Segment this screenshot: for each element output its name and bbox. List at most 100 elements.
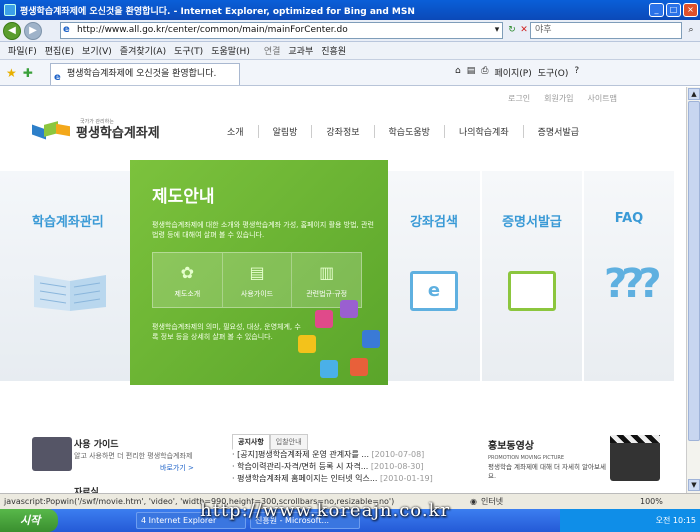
guide-title[interactable]: 사용 가이드: [74, 437, 119, 450]
menu-tools[interactable]: 도구(T): [174, 44, 203, 57]
search-icon[interactable]: ⌕: [684, 23, 698, 38]
scroll-down-icon[interactable]: ▼: [688, 479, 700, 491]
nav-my-account[interactable]: 나의학습계좌: [443, 125, 523, 138]
promo-desc: 평생학습 계좌제에 대해 더 자세히 알아보세요.: [488, 463, 606, 480]
monitor-icon: e: [410, 271, 458, 311]
box-intro-label: 제도소개: [174, 290, 201, 298]
monitor-letter: e: [427, 280, 441, 301]
panel-cert-title: 증명서발급: [502, 215, 562, 230]
page-menu[interactable]: 페이지(P): [494, 66, 531, 79]
cube-decoration: [320, 360, 338, 378]
menu-help[interactable]: 도움말(H): [211, 44, 250, 57]
clock[interactable]: 오전 10:15: [656, 516, 696, 525]
promo-subtitle: PROMOTION MOVING PICTURE: [488, 455, 565, 461]
panel-guide-desc2: 평생학습계좌제의 의미, 필요성, 대상, 운영체계, 수록 정보 등을 상세히…: [152, 323, 301, 341]
nav-help[interactable]: 학습도움방: [373, 125, 444, 138]
archive-title[interactable]: 자료실: [74, 485, 99, 493]
tools-menu[interactable]: 도구(O): [538, 66, 569, 79]
maximize-button[interactable]: □: [666, 3, 681, 17]
address-input[interactable]: e http://www.all.go.kr/center/common/mai…: [60, 22, 503, 39]
menu-edit[interactable]: 편집(E): [45, 44, 74, 57]
login-link[interactable]: 로그인: [508, 93, 530, 104]
print-icon[interactable]: ⎙: [481, 66, 488, 79]
address-text: http://www.all.go.kr/center/common/main/…: [77, 25, 348, 35]
nav-intro[interactable]: 소개: [215, 125, 258, 138]
bottom-section: 사용 가이드 알고 사용하면 더 편리한 평생학습계좌제 바로가기 > 자료실 …: [0, 407, 686, 493]
command-bar: ⌂ ▤ ⎙ 페이지(P) 도구(O) ?: [455, 66, 579, 79]
top-links: 로그인 회원가입 사이트맵: [508, 93, 617, 104]
menu-view[interactable]: 보기(V): [82, 44, 112, 57]
join-link[interactable]: 회원가입: [544, 93, 573, 104]
guide-desc: 알고 사용하면 더 편리한 평생학습계좌제: [74, 452, 193, 460]
search-input[interactable]: 야후: [530, 22, 682, 39]
zoom-level[interactable]: 100%: [640, 494, 663, 509]
browser-tab[interactable]: e 평생학습계좌제에 오신것을 환영합니다.: [50, 63, 240, 85]
clapperboard-icon[interactable]: [610, 435, 660, 481]
search-text: 야후: [535, 25, 552, 35]
tab-page-icon: e: [54, 72, 61, 83]
panel-search-title: 강좌검색: [410, 215, 458, 230]
notice-tabs: 공지사항 입찰안내: [232, 434, 308, 450]
panel-faq-title: FAQ: [614, 211, 644, 226]
box-intro[interactable]: ✿ 제도소개: [153, 253, 223, 307]
tab-notice[interactable]: 공지사항: [232, 434, 270, 450]
panel-certificate[interactable]: 증명서발급: [482, 171, 582, 381]
list-item[interactable]: · 평생학습계좌제 홈페이지는 인터넷 익스... [2010-01-19]: [232, 473, 472, 485]
scroll-up-icon[interactable]: ▲: [688, 88, 700, 100]
box-law-label: 관련법규·규정: [306, 290, 348, 298]
logo-book-icon: [32, 121, 72, 141]
panel-account-title: 학습계좌관리: [32, 215, 104, 230]
guide-more-link[interactable]: 바로가기 >: [160, 463, 194, 473]
link-moe[interactable]: 교과부: [288, 44, 313, 57]
promo-title[interactable]: 홍보동영상: [488, 437, 534, 452]
forward-button[interactable]: ▶: [24, 21, 42, 40]
home-icon[interactable]: ⌂: [455, 66, 461, 79]
cube-decoration: [362, 330, 380, 348]
globe-icon: ◉: [470, 497, 477, 506]
close-button[interactable]: ×: [683, 3, 698, 17]
minimize-button[interactable]: _: [649, 3, 664, 17]
tab-bid[interactable]: 입찰안내: [269, 434, 308, 450]
site-logo[interactable]: 국가가 관리하는 평생학습계좌제: [32, 119, 160, 141]
feeds-icon[interactable]: ▤: [467, 66, 476, 79]
box-law[interactable]: ▥ 관련법규·규정: [292, 253, 361, 307]
add-favorite-icon[interactable]: ✚: [23, 66, 33, 80]
nav-courses[interactable]: 강좌정보: [311, 125, 373, 138]
nav-notice[interactable]: 알림방: [257, 125, 312, 138]
window-titlebar: 평생학습계좌제에 오신것을 환영합니다. - Internet Explorer…: [0, 0, 700, 20]
watermark: http://www.koreajn.co.kr: [200, 500, 451, 521]
page-icon: e: [63, 24, 70, 35]
address-dropdown-icon[interactable]: ▾: [490, 23, 504, 38]
status-zone: ◉ 인터넷: [470, 494, 503, 509]
menu-bar: 파일(F) 편집(E) 보기(V) 즐겨찾기(A) 도구(T) 도움말(H) 연…: [0, 42, 700, 60]
system-tray: 오전 10:15: [560, 509, 700, 532]
list-item[interactable]: · [공지]평생학습계좌제 운영 관계자를 ... [2010-07-08]: [232, 449, 472, 461]
notice-date: [2010-08-30]: [370, 462, 424, 471]
notice-list: · [공지]평생학습계좌제 운영 관계자를 ... [2010-07-08] ·…: [232, 449, 472, 485]
scroll-thumb[interactable]: [688, 101, 700, 441]
vertical-scrollbar[interactable]: ▲ ▼: [686, 87, 700, 493]
back-button[interactable]: ◀: [3, 21, 21, 40]
hero-section: 학습계좌관리 제도안내 평생학습계좌제에 대한 소개와 평생학습계좌 가성, 홈…: [0, 155, 686, 395]
stop-icon[interactable]: ✕: [517, 23, 531, 38]
box-guide[interactable]: ▤ 사용가이드: [223, 253, 293, 307]
leaf-icon: ✿: [180, 263, 195, 282]
notice-date: [2010-07-08]: [371, 450, 425, 459]
menu-favorites[interactable]: 즐겨찾기(A): [120, 44, 166, 57]
favorites-star-icon[interactable]: ★: [6, 66, 17, 80]
sitemap-link[interactable]: 사이트맵: [588, 93, 617, 104]
help-icon[interactable]: ?: [574, 66, 579, 79]
start-button[interactable]: 시작: [0, 509, 58, 532]
logo-tagline: 국가가 관리하는: [80, 119, 114, 125]
question-marks-icon: ???: [604, 261, 662, 307]
menu-file[interactable]: 파일(F): [8, 44, 37, 57]
panel-course-search[interactable]: 강좌검색 e: [388, 171, 480, 381]
printer-icon: [508, 271, 556, 311]
link-institute[interactable]: 진흥원: [321, 44, 346, 57]
panel-system-guide[interactable]: 제도안내 평생학습계좌제에 대한 소개와 평생학습계좌 가성, 홈페이지 활용 …: [130, 160, 388, 385]
nav-certificate[interactable]: 증명서발급: [522, 125, 593, 138]
panel-account[interactable]: 학습계좌관리: [0, 171, 130, 381]
panel-faq[interactable]: FAQ ???: [584, 171, 674, 381]
cube-decoration: [350, 358, 368, 376]
list-item[interactable]: · 학습이력관리-자격/면허 등록 시 자격... [2010-08-30]: [232, 461, 472, 473]
